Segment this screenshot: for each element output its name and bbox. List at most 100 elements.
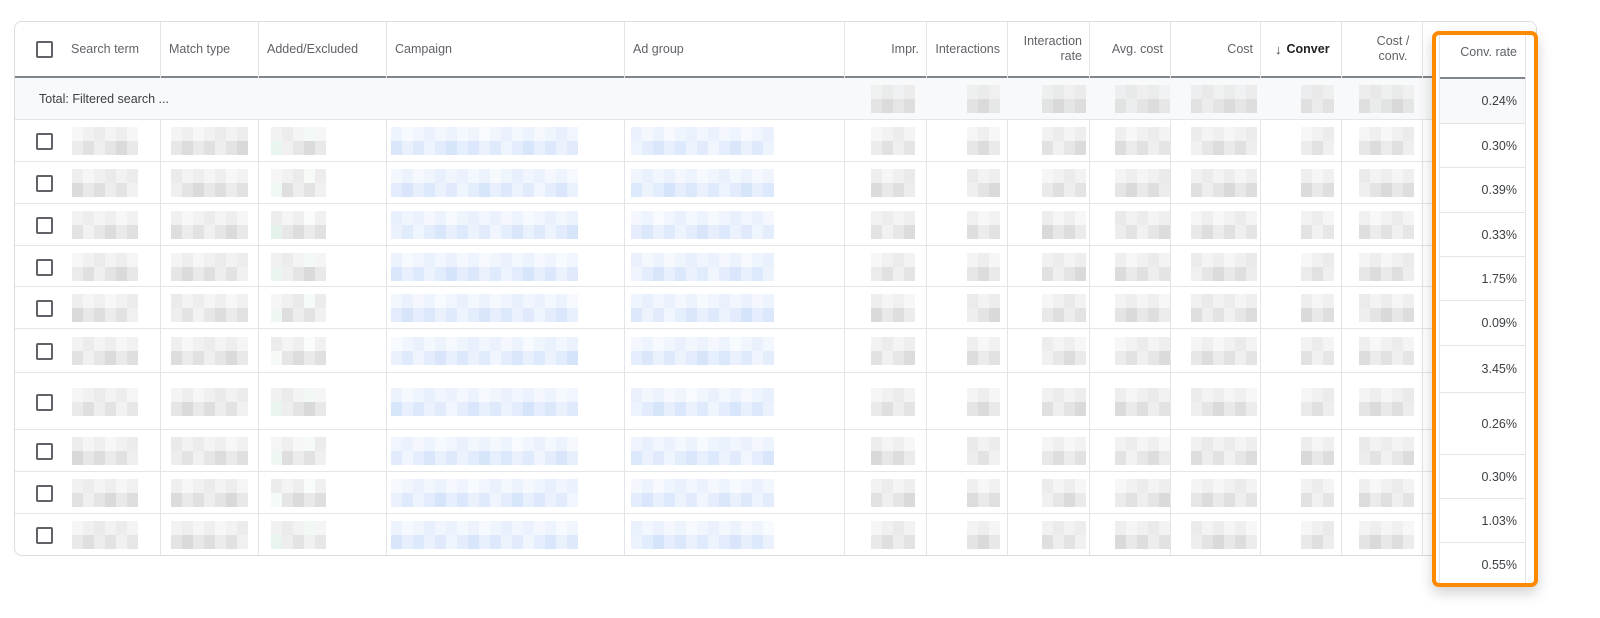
row-checkbox[interactable] (36, 259, 53, 276)
header-match-type[interactable]: Match type (161, 22, 259, 76)
redacted-campaign[interactable] (391, 479, 578, 507)
row-checkbox[interactable] (36, 443, 53, 460)
redacted-cost-per-conv (1359, 479, 1414, 507)
header-cost[interactable]: Cost (1171, 22, 1261, 76)
redacted-campaign[interactable] (391, 337, 578, 365)
table-header: Search term Match type Added/Excluded Ca… (15, 22, 1536, 78)
row-checkbox[interactable] (36, 485, 53, 502)
redacted-conversions (1301, 521, 1334, 549)
redacted-match-type (171, 437, 248, 465)
header-label: Avg. cost (1111, 41, 1163, 56)
row-checkbox[interactable] (36, 300, 53, 317)
redacted-impr (871, 388, 915, 416)
redacted-interaction-rate (1042, 85, 1086, 113)
header-label: Search term (71, 41, 140, 56)
redacted-search-term[interactable] (72, 294, 138, 322)
redacted-search-term[interactable] (72, 388, 138, 416)
redacted-match-type (171, 253, 248, 281)
redacted-ad-group[interactable] (631, 253, 774, 281)
redacted-added-excluded (271, 521, 326, 549)
header-label: Conv. rate (1460, 45, 1517, 59)
conv-rate-value: 0.30% (1481, 138, 1517, 153)
redacted-cost-per-conv (1359, 85, 1414, 113)
header-label: Ad group (633, 41, 684, 56)
header-label: Conver (1286, 41, 1330, 56)
row-checkbox[interactable] (36, 175, 53, 192)
redacted-conversions (1301, 85, 1334, 113)
redacted-ad-group[interactable] (631, 521, 774, 549)
redacted-campaign[interactable] (391, 127, 578, 155)
redacted-ad-group[interactable] (631, 479, 774, 507)
redacted-interactions (967, 479, 1000, 507)
conv-rate-cell: 0.26% (1440, 393, 1525, 455)
redacted-cost (1191, 85, 1257, 113)
redacted-cost-per-conv (1359, 294, 1414, 322)
redacted-search-term[interactable] (72, 437, 138, 465)
search-terms-table: Search term Match type Added/Excluded Ca… (14, 21, 1537, 556)
conv-rate-value: 3.45% (1481, 362, 1517, 376)
header-added-excluded[interactable]: Added/Excluded (259, 22, 387, 76)
header-campaign[interactable]: Campaign (387, 22, 625, 76)
row-checkbox[interactable] (36, 133, 53, 150)
conv-rate-highlight: Conv. rate 0.24% 0.30% 0.39% 0.33% 1.75% 0.0… (1432, 31, 1538, 587)
redacted-match-type (171, 337, 248, 365)
header-conversions[interactable]: ↓ Conver (1261, 22, 1342, 76)
header-cost-per-conv[interactable]: Cost / conv. (1342, 22, 1423, 76)
redacted-campaign[interactable] (391, 253, 578, 281)
header-impr[interactable]: Impr. (845, 22, 927, 76)
redacted-search-term[interactable] (72, 521, 138, 549)
redacted-cost-per-conv (1359, 253, 1414, 281)
redacted-campaign[interactable] (391, 437, 578, 465)
redacted-search-term[interactable] (72, 253, 138, 281)
row-checkbox[interactable] (36, 217, 53, 234)
header-avg-cost[interactable]: Avg. cost (1090, 22, 1171, 76)
redacted-impr (871, 253, 915, 281)
redacted-interactions (967, 521, 1000, 549)
redacted-ad-group[interactable] (631, 294, 774, 322)
select-all-checkbox[interactable] (36, 41, 53, 58)
redacted-campaign[interactable] (391, 388, 578, 416)
arrow-down-icon: ↓ (1275, 41, 1282, 57)
row-checkbox[interactable] (36, 343, 53, 360)
redacted-search-term[interactable] (72, 169, 138, 197)
header-conv-rate[interactable]: Conv. rate (1440, 35, 1525, 79)
redacted-conversions (1301, 127, 1334, 155)
conv-rate-cell: 0.33% (1440, 213, 1525, 257)
row-checkbox[interactable] (36, 394, 53, 411)
header-interaction-rate[interactable]: Interaction rate (1008, 22, 1090, 76)
conv-rate-cell: 1.03% (1440, 499, 1525, 543)
redacted-search-term[interactable] (72, 479, 138, 507)
redacted-campaign[interactable] (391, 521, 578, 549)
header-interactions[interactable]: Interactions (927, 22, 1008, 76)
redacted-ad-group[interactable] (631, 337, 774, 365)
redacted-cost (1191, 388, 1257, 416)
redacted-search-term[interactable] (72, 211, 138, 239)
redacted-search-term[interactable] (72, 127, 138, 155)
redacted-campaign[interactable] (391, 294, 578, 322)
total-label: Total: Filtered search ... (39, 91, 169, 106)
redacted-interactions (967, 127, 1000, 155)
redacted-search-term[interactable] (72, 337, 138, 365)
header-search-term[interactable]: Search term (63, 22, 161, 76)
redacted-impr (871, 211, 915, 239)
redacted-match-type (171, 169, 248, 197)
redacted-cost-per-conv (1359, 127, 1414, 155)
redacted-ad-group[interactable] (631, 127, 774, 155)
redacted-campaign[interactable] (391, 211, 578, 239)
redacted-cost-per-conv (1359, 521, 1414, 549)
redacted-cost-per-conv (1359, 337, 1414, 365)
redacted-conversions (1301, 169, 1334, 197)
conv-rate-value: 0.30% (1481, 469, 1517, 484)
redacted-interactions (967, 337, 1000, 365)
redacted-ad-group[interactable] (631, 388, 774, 416)
redacted-campaign[interactable] (391, 169, 578, 197)
conv-rate-cell: 0.30% (1440, 124, 1525, 168)
redacted-ad-group[interactable] (631, 211, 774, 239)
header-ad-group[interactable]: Ad group (625, 22, 845, 76)
redacted-impr (871, 294, 915, 322)
redacted-avg-cost (1115, 388, 1170, 416)
redacted-ad-group[interactable] (631, 437, 774, 465)
redacted-ad-group[interactable] (631, 169, 774, 197)
row-checkbox[interactable] (36, 527, 53, 544)
header-label: Campaign (395, 41, 452, 56)
